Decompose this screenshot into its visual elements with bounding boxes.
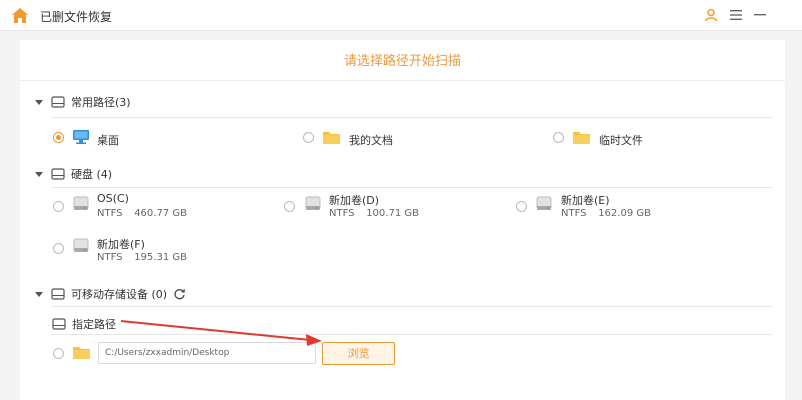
home-icon[interactable] (11, 7, 29, 24)
divider (52, 306, 772, 307)
app-title: 已删文件恢复 (40, 10, 113, 24)
drive-info: NTFS 100.71 GB (329, 208, 419, 219)
folder-icon (73, 347, 90, 359)
desktop-icon (73, 130, 89, 144)
drive-icon (52, 318, 66, 330)
radio-drive-e[interactable] (516, 201, 527, 212)
drive-icon (73, 238, 89, 252)
divider (52, 334, 772, 335)
item-label: 桌面 (97, 134, 119, 147)
drive-filesystem: NTFS (97, 208, 123, 219)
divider (52, 117, 772, 118)
user-icon (704, 8, 718, 22)
drive-info: NTFS 195.31 GB (97, 252, 187, 263)
radio-documents[interactable] (303, 132, 314, 143)
section-label: 指定路径 (72, 318, 116, 331)
collapse-triangle-icon[interactable] (35, 291, 43, 297)
minimize-button[interactable] (751, 6, 769, 24)
scan-path-panel: 请选择路径开始扫描 常用路径(3) 桌面 我的文档 临时文件 硬盘 (4) OS… (20, 40, 785, 400)
divider (52, 187, 772, 188)
drive-size: 460.77 GB (134, 208, 187, 219)
drive-name: OS(C) (97, 192, 129, 205)
menu-button[interactable] (727, 6, 745, 24)
item-label: 我的文档 (349, 134, 393, 147)
drive-icon (51, 168, 65, 180)
drive-size: 195.31 GB (134, 252, 187, 263)
custom-path-input[interactable]: C:/Users/zxxadmin/Desktop (98, 342, 316, 364)
drive-info: NTFS 460.77 GB (97, 208, 187, 219)
item-label: 临时文件 (599, 134, 643, 147)
radio-drive-d[interactable] (284, 201, 295, 212)
section-hard-disks[interactable]: 硬盘 (4) (35, 166, 112, 182)
heading-divider (20, 80, 785, 81)
radio-drive-c[interactable] (53, 201, 64, 212)
drive-icon (51, 288, 65, 300)
page-heading: 请选择路径开始扫描 (343, 54, 461, 69)
refresh-icon[interactable] (173, 288, 186, 301)
drive-info: NTFS 162.09 GB (561, 208, 651, 219)
drive-icon (305, 196, 321, 210)
section-common-paths[interactable]: 常用路径(3) (35, 94, 131, 110)
radio-drive-f[interactable] (53, 243, 64, 254)
collapse-triangle-icon[interactable] (35, 99, 43, 105)
drive-size: 162.09 GB (598, 208, 651, 219)
radio-desktop[interactable] (53, 132, 64, 143)
browse-button[interactable]: 浏览 (322, 342, 395, 365)
menu-icon (730, 10, 742, 20)
drive-size: 100.71 GB (366, 208, 419, 219)
drive-name: 新加卷(F) (97, 238, 145, 251)
folder-icon (323, 132, 340, 144)
drive-filesystem: NTFS (97, 252, 123, 263)
section-label: 可移动存储设备 (0) (71, 288, 168, 301)
section-removable-devices[interactable]: 可移动存储设备 (0) (35, 286, 186, 302)
drive-filesystem: NTFS (329, 208, 355, 219)
radio-temp-files[interactable] (553, 132, 564, 143)
drive-icon (536, 196, 552, 210)
section-label: 硬盘 (4) (71, 168, 113, 181)
minimize-icon (754, 14, 766, 16)
drive-filesystem: NTFS (561, 208, 587, 219)
drive-name: 新加卷(D) (329, 194, 380, 207)
section-label: 常用路径(3) (71, 96, 131, 109)
user-button[interactable] (702, 6, 720, 24)
radio-custom-path[interactable] (53, 348, 64, 359)
drive-icon (51, 96, 65, 108)
drive-name: 新加卷(E) (561, 194, 610, 207)
collapse-triangle-icon[interactable] (35, 171, 43, 177)
folder-icon (573, 132, 590, 144)
section-custom-path: 指定路径 (52, 316, 116, 332)
title-bar: 已删文件恢复 (0, 0, 802, 31)
drive-icon (73, 196, 89, 210)
